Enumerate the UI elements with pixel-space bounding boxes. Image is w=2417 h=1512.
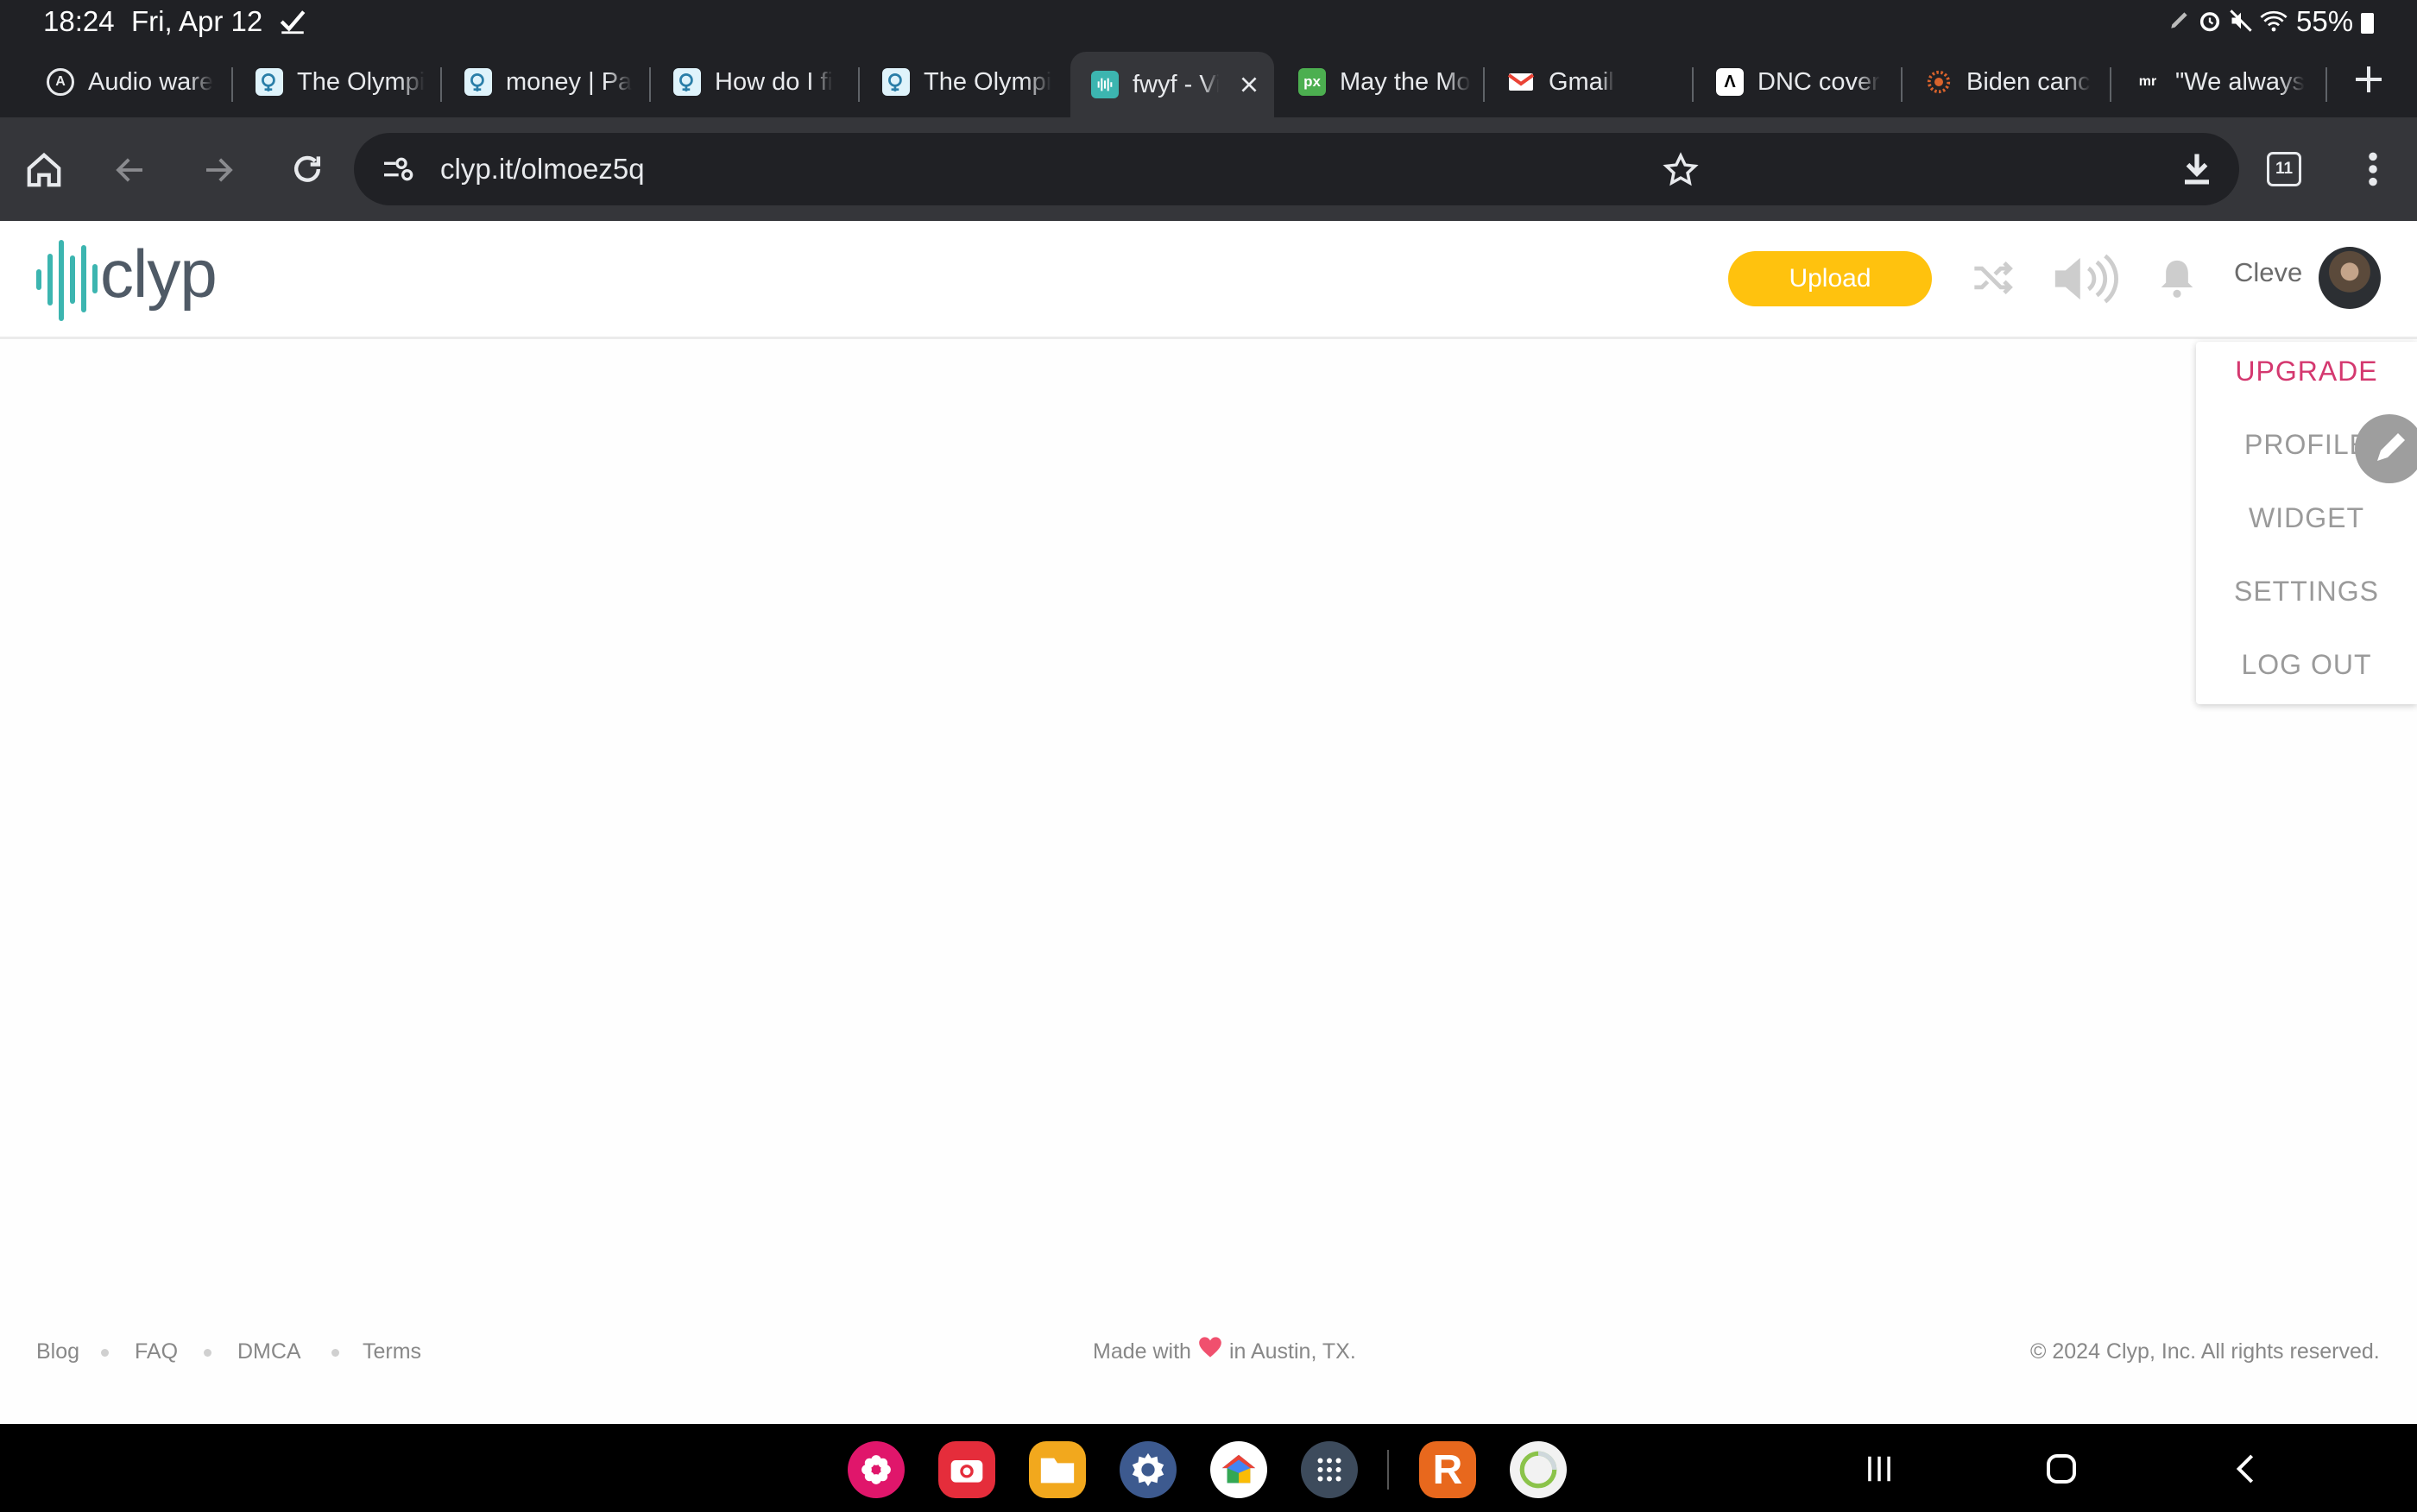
footer-link-terms[interactable]: Terms <box>363 1339 421 1364</box>
home-icon[interactable] <box>24 150 64 190</box>
date: Fri, Apr 12 <box>131 5 263 37</box>
tab-we-always[interactable]: mr "We always <box>2113 52 2320 112</box>
browser-toolbar: clyp.it/olmoez5q 11 <box>0 117 2417 221</box>
olympia-favicon <box>464 68 492 96</box>
google-home-app-icon[interactable] <box>1210 1441 1267 1498</box>
clyp-logo-waveform-icon[interactable] <box>35 238 98 323</box>
menu-item-settings[interactable]: SETTINGS <box>2196 576 2417 608</box>
settings-app-icon[interactable] <box>1120 1441 1177 1498</box>
audio-app-icon: A <box>47 68 74 96</box>
tab-audio-ware[interactable]: A Audio ware <box>26 52 218 112</box>
download-icon[interactable] <box>2179 150 2215 188</box>
px-favicon: px <box>1298 68 1326 96</box>
footer-link-blog[interactable]: Blog <box>36 1339 79 1364</box>
made-with-love: Made with in Austin, TX. <box>1093 1336 1356 1367</box>
camera-app-icon[interactable] <box>938 1441 995 1498</box>
close-tab-icon[interactable] <box>1238 73 1260 96</box>
menu-item-widget[interactable]: WIDGET <box>2196 502 2417 534</box>
notifications-bell-icon[interactable] <box>2158 255 2196 300</box>
new-tab-plus-icon[interactable] <box>2351 62 2386 97</box>
tab-the-olympian-2[interactable]: The Olympi <box>861 52 1060 112</box>
copyright-text: © 2024 Clyp, Inc. All rights reserved. <box>2030 1339 2380 1364</box>
gmail-icon <box>1507 68 1535 96</box>
tab-how-do-i[interactable]: How do I fi <box>653 52 851 112</box>
footer-separator-dot <box>101 1349 109 1357</box>
upload-button[interactable]: Upload <box>1728 251 1932 306</box>
tab-fwyf-active[interactable]: fwyf - Vi <box>1070 52 1274 117</box>
olympia-favicon <box>256 68 283 96</box>
battery-icon <box>2361 13 2374 34</box>
menu-item-log-out[interactable]: LOG OUT <box>2196 649 2417 681</box>
back-nav-icon[interactable] <box>2229 1452 2263 1486</box>
heart-icon <box>1198 1336 1222 1358</box>
username[interactable]: Cleve <box>2234 257 2302 288</box>
edit-pencil-button[interactable] <box>2355 414 2417 483</box>
tab-biden-canc[interactable]: Biden canc <box>1904 52 2103 112</box>
menu-item-upgrade[interactable]: UPGRADE <box>2196 356 2417 387</box>
taskbar-divider <box>1387 1450 1389 1490</box>
clyp-favicon <box>1091 71 1119 98</box>
tab-may-the[interactable]: px May the Mo <box>1278 52 1476 112</box>
olympia-favicon <box>673 68 701 96</box>
r-app-icon[interactable]: R <box>1419 1441 1476 1498</box>
browser-tab-strip: A Audio ware The Olympi money | Pa How d… <box>0 43 2417 117</box>
mr-favicon: mr <box>2138 74 2157 89</box>
volume-icon[interactable] <box>2051 252 2122 306</box>
made-with-prefix: Made with <box>1093 1339 1191 1364</box>
tab-money[interactable]: money | Pa <box>444 52 642 112</box>
user-avatar[interactable] <box>2319 247 2381 309</box>
gallery-app-icon[interactable] <box>848 1441 905 1498</box>
recent-apps-icon[interactable] <box>1863 1452 1896 1486</box>
footer-separator-dot <box>331 1349 339 1357</box>
alarm-icon <box>2198 9 2222 33</box>
reload-icon[interactable] <box>288 150 326 188</box>
back-arrow-icon[interactable] <box>112 152 148 188</box>
clock: 18:24 <box>43 5 115 37</box>
clyp-logo-text[interactable]: clyp <box>100 235 218 313</box>
clyp-header: clyp Upload Cleve <box>0 221 2417 339</box>
more-menu-icon[interactable] <box>2360 150 2386 188</box>
forward-arrow-icon[interactable] <box>200 152 237 188</box>
footer-link-faq[interactable]: FAQ <box>135 1339 178 1364</box>
tab-switcher-button[interactable]: 11 <box>2267 152 2301 186</box>
olympia-favicon <box>882 68 910 96</box>
sun-favicon <box>1925 68 1953 96</box>
app-drawer-icon[interactable] <box>1301 1441 1358 1498</box>
shuffle-icon[interactable] <box>1970 255 2016 300</box>
made-with-suffix: in Austin, TX. <box>1228 1339 1356 1364</box>
my-files-app-icon[interactable] <box>1029 1441 1086 1498</box>
pen-icon <box>2168 9 2191 31</box>
wifi-icon <box>2260 9 2288 33</box>
bookmark-star-icon[interactable] <box>1663 152 1699 188</box>
android-taskbar: R <box>0 1424 2417 1512</box>
tab-dnc-cover[interactable]: Λ DNC cover <box>1695 52 1894 112</box>
site-settings-icon[interactable] <box>380 152 414 186</box>
loading-app-icon[interactable] <box>1510 1441 1567 1498</box>
address-bar[interactable]: clyp.it/olmoez5q <box>354 133 2239 205</box>
battery-percent: 55% <box>2296 5 2354 37</box>
system-status-bar: 18:24 Fri, Apr 12 55% <box>0 0 2417 43</box>
home-nav-icon[interactable] <box>2044 1452 2079 1486</box>
tab-gmail[interactable]: Gmail <box>1486 52 1685 112</box>
url-text[interactable]: clyp.it/olmoez5q <box>440 133 645 205</box>
user-dropdown-menu: UPGRADE PROFILE WIDGET SETTINGS LOG OUT <box>2196 342 2417 704</box>
footer-separator-dot <box>204 1349 211 1357</box>
check-icon <box>278 7 307 36</box>
mute-icon <box>2229 9 2253 33</box>
footer-link-dmca[interactable]: DMCA <box>237 1339 301 1364</box>
news-favicon: Λ <box>1716 68 1744 96</box>
tab-the-olympian-1[interactable]: The Olympi <box>235 52 433 112</box>
